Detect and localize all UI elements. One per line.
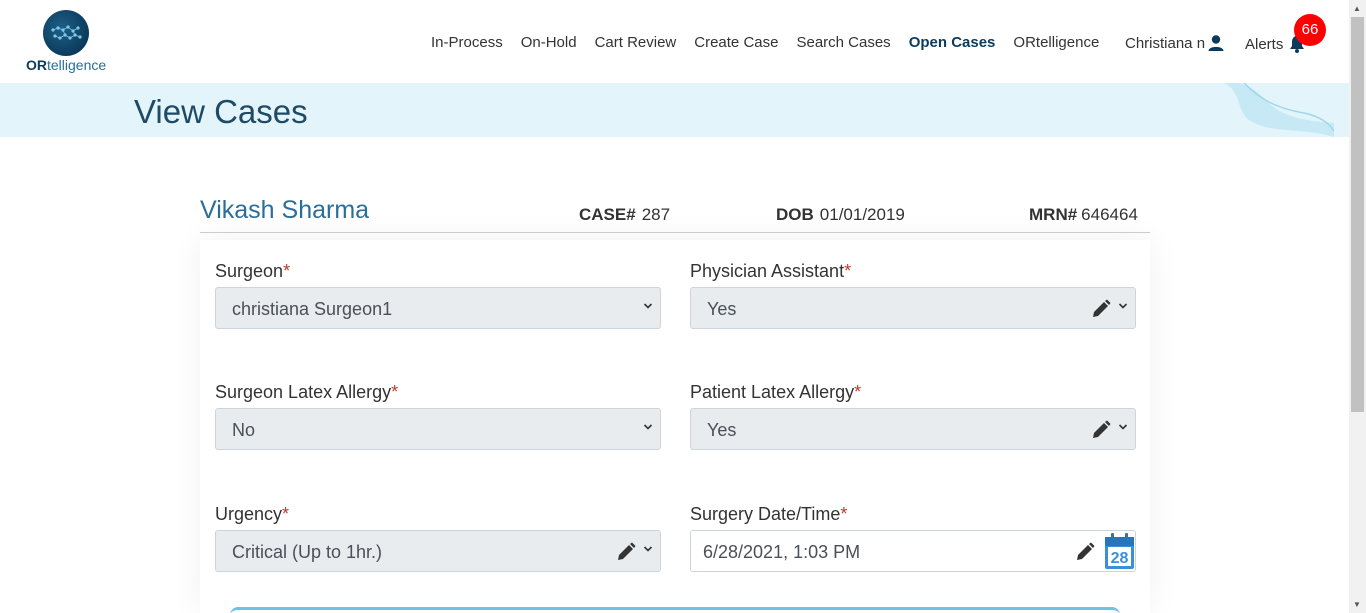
scroll-up-arrow-icon[interactable]: ▲ bbox=[1353, 4, 1361, 13]
logo-mark-icon bbox=[43, 10, 89, 56]
physician-assistant-value: Yes bbox=[707, 299, 737, 319]
patient-latex-allergy-group: Patient Latex Allergy* Yes bbox=[690, 382, 1136, 450]
top-navbar: ORtelligence In-Process On-Hold Cart Rev… bbox=[0, 0, 1349, 83]
mrn-label: MRN# bbox=[1029, 205, 1078, 224]
logo-wordmark: ORtelligence bbox=[26, 57, 107, 73]
nav-create-case[interactable]: Create Case bbox=[694, 34, 778, 51]
dob-label: DOB bbox=[776, 205, 814, 224]
urgency-select[interactable]: Critical (Up to 1hr.) bbox=[215, 530, 661, 572]
ortelligence-logo[interactable]: ORtelligence bbox=[26, 8, 112, 76]
pencil-icon[interactable] bbox=[1091, 420, 1111, 440]
surgery-datetime-value: 6/28/2021, 1:03 PM bbox=[703, 542, 861, 562]
chevron-down-icon bbox=[1118, 424, 1128, 430]
page: ORtelligence In-Process On-Hold Cart Rev… bbox=[0, 0, 1366, 613]
user-name: Christiana n bbox=[1125, 34, 1206, 52]
page-title: View Cases bbox=[134, 93, 308, 130]
physician-assistant-group: Physician Assistant* Yes bbox=[690, 261, 1136, 329]
surgeon-value: christiana Surgeon1 bbox=[232, 299, 393, 319]
case-number-value: 287 bbox=[641, 205, 671, 224]
alerts-count-badge[interactable]: 66 bbox=[1294, 14, 1326, 46]
user-menu[interactable]: Christiana n bbox=[1125, 34, 1225, 52]
surgeon-select[interactable]: christiana Surgeon1 bbox=[215, 287, 661, 329]
nav-search-cases[interactable]: Search Cases bbox=[796, 34, 890, 51]
vertical-scrollbar[interactable]: ▲ ▼ bbox=[1349, 0, 1366, 613]
chevron-down-icon bbox=[1118, 303, 1128, 309]
case-number: CASE# 287 bbox=[579, 205, 670, 225]
nav-cart-review[interactable]: Cart Review bbox=[595, 34, 677, 51]
scrollbar-thumb[interactable] bbox=[1351, 17, 1364, 412]
surgeon-group: Surgeon* christiana Surgeon1 bbox=[215, 261, 661, 329]
patient-header: Vikash Sharma CASE# 287 DOB 01/01/2019 MRN… bbox=[200, 196, 1150, 233]
alerts-label: Alerts bbox=[1245, 35, 1284, 53]
chevron-down-icon bbox=[643, 424, 653, 430]
surgery-datetime-label: Surgery Date/Time* bbox=[690, 504, 848, 524]
chevron-down-icon bbox=[643, 546, 653, 552]
surgery-datetime-group: Surgery Date/Time* 6/28/2021, 1:03 PM 28 bbox=[690, 504, 1136, 572]
surgeon-latex-allergy-value: No bbox=[232, 420, 256, 440]
pencil-icon[interactable] bbox=[1075, 542, 1095, 562]
user-icon bbox=[1208, 35, 1224, 51]
pencil-icon[interactable] bbox=[1091, 299, 1111, 319]
surgeon-label: Surgeon* bbox=[215, 261, 291, 281]
case-number-label: CASE# bbox=[579, 205, 636, 224]
next-section-edge bbox=[230, 607, 1120, 613]
surgery-datetime-input[interactable]: 6/28/2021, 1:03 PM bbox=[690, 530, 1136, 572]
patient-latex-allergy-select[interactable]: Yes bbox=[690, 408, 1136, 450]
patient-latex-allergy-label: Patient Latex Allergy* bbox=[690, 382, 862, 402]
decorative-wave-icon bbox=[1224, 83, 1334, 137]
urgency-value: Critical (Up to 1hr.) bbox=[232, 542, 383, 562]
physician-assistant-select[interactable]: Yes bbox=[690, 287, 1136, 329]
surgeon-latex-allergy-select[interactable]: No bbox=[215, 408, 661, 450]
scroll-down-arrow-icon[interactable]: ▼ bbox=[1353, 600, 1361, 609]
surgeon-latex-allergy-group: Surgeon Latex Allergy* No bbox=[215, 382, 661, 450]
patient-name: Vikash Sharma bbox=[200, 196, 370, 224]
nav-on-hold[interactable]: On-Hold bbox=[521, 34, 577, 51]
page-header-band: View Cases bbox=[0, 83, 1349, 137]
calendar-day: 28 bbox=[1111, 550, 1129, 567]
nav-in-process[interactable]: In-Process bbox=[431, 34, 503, 51]
dob-value: 01/01/2019 bbox=[819, 205, 905, 224]
nav-open-cases[interactable]: Open Cases bbox=[909, 34, 996, 51]
calendar-icon[interactable]: 28 bbox=[1104, 530, 1135, 572]
date-of-birth: DOB 01/01/2019 bbox=[776, 205, 905, 225]
chevron-down-icon bbox=[643, 303, 653, 309]
urgency-group: Urgency* Critical (Up to 1hr.) bbox=[215, 504, 661, 572]
nav-ortelligence[interactable]: ORtelligence bbox=[1013, 34, 1099, 51]
mrn-value: 646464 bbox=[1081, 205, 1138, 224]
main-nav: In-Process On-Hold Cart Review Create Ca… bbox=[431, 34, 1117, 51]
patient-latex-allergy-value: Yes bbox=[707, 420, 737, 440]
medical-record-number: MRN# 646464 bbox=[1029, 205, 1138, 225]
urgency-label: Urgency* bbox=[215, 504, 290, 524]
surgeon-latex-allergy-label: Surgeon Latex Allergy* bbox=[215, 382, 399, 402]
physician-assistant-label: Physician Assistant* bbox=[690, 261, 852, 281]
pencil-icon[interactable] bbox=[616, 542, 636, 562]
